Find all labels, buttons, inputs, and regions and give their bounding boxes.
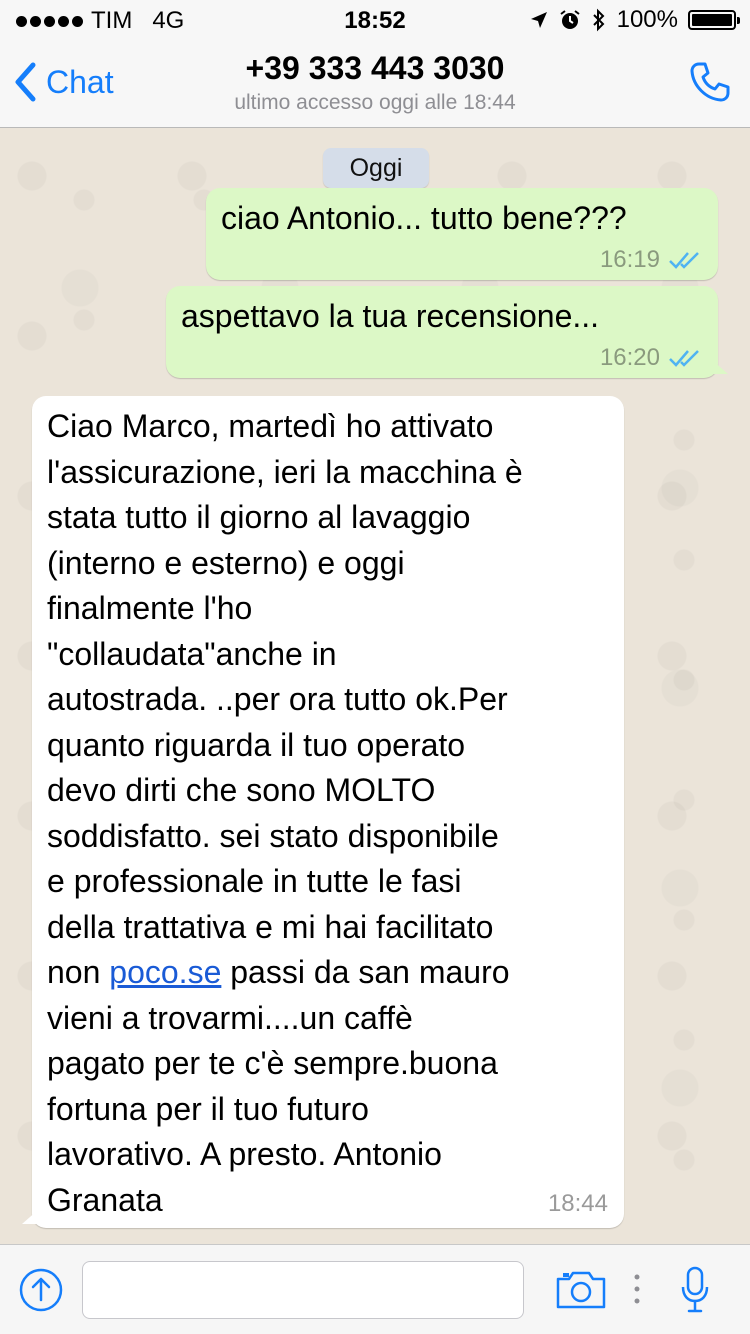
location-arrow-icon bbox=[530, 12, 547, 28]
message-text: ciao Antonio... tutto bene??? bbox=[221, 200, 627, 236]
message-meta: 16:19 bbox=[600, 246, 702, 274]
more-dots-icon bbox=[634, 1274, 640, 1304]
message-list[interactable]: Oggi ciao Antonio... tutto bene??? 16:19… bbox=[0, 128, 750, 1244]
back-button[interactable]: Chat bbox=[14, 62, 114, 102]
message-text-part: passi da san mauro vieni a trovarmi....u… bbox=[47, 954, 510, 1218]
contact-title: +39 333 443 3030 bbox=[245, 50, 505, 86]
double-check-icon bbox=[669, 350, 699, 367]
more-options-button[interactable] bbox=[632, 1271, 642, 1312]
message-input[interactable] bbox=[82, 1261, 524, 1319]
status-icons: 100% bbox=[529, 6, 740, 34]
chat-header: Chat +39 333 443 3030 ultimo accesso ogg… bbox=[0, 40, 750, 128]
message-time: 18:44 bbox=[547, 1190, 608, 1217]
attach-button[interactable] bbox=[18, 1267, 64, 1318]
back-button-label: Chat bbox=[46, 63, 114, 100]
message-meta: 18:44 bbox=[548, 1190, 608, 1218]
battery-level bbox=[692, 14, 732, 26]
message-text-part: Ciao Marco, martedì ho attivato l'assicu… bbox=[47, 408, 523, 990]
alarm-icon bbox=[560, 10, 580, 29]
outgoing-message[interactable]: aspettavo la tua recensione... 16:20 bbox=[166, 286, 728, 378]
message-link[interactable]: poco.se bbox=[109, 954, 221, 990]
message-text: Ciao Marco, martedì ho attivato l'assicu… bbox=[47, 404, 619, 1223]
message-time: 16:19 bbox=[599, 246, 660, 273]
camera-icon bbox=[556, 1271, 606, 1309]
phone-icon bbox=[690, 62, 730, 102]
battery-icon bbox=[688, 10, 740, 30]
outgoing-message[interactable]: ciao Antonio... tutto bene??? 16:19 bbox=[206, 188, 718, 280]
back-chevron-icon bbox=[15, 62, 36, 102]
camera-button[interactable] bbox=[554, 1269, 608, 1316]
microphone-icon bbox=[681, 1266, 709, 1313]
double-check-icon bbox=[669, 252, 699, 269]
status-bar: TIM 4G 18:52 100% bbox=[0, 0, 750, 40]
date-separator: Oggi bbox=[323, 148, 429, 188]
message-time: 16:20 bbox=[599, 344, 660, 371]
message-meta: 16:20 bbox=[600, 344, 702, 372]
message-input-bar bbox=[0, 1244, 750, 1334]
last-seen-status: ultimo accesso oggi alle 18:44 bbox=[234, 91, 516, 114]
bluetooth-icon bbox=[592, 8, 605, 32]
message-text: aspettavo la tua recensione... bbox=[181, 298, 600, 334]
attach-icon bbox=[19, 1268, 63, 1312]
contact-info[interactable]: +39 333 443 3030 ultimo accesso oggi all… bbox=[150, 50, 600, 115]
call-button[interactable] bbox=[686, 58, 734, 111]
voice-message-button[interactable] bbox=[680, 1265, 710, 1320]
incoming-message[interactable]: Ciao Marco, martedì ho attivato l'assicu… bbox=[22, 396, 624, 1228]
battery-percent: 100% bbox=[616, 6, 678, 33]
